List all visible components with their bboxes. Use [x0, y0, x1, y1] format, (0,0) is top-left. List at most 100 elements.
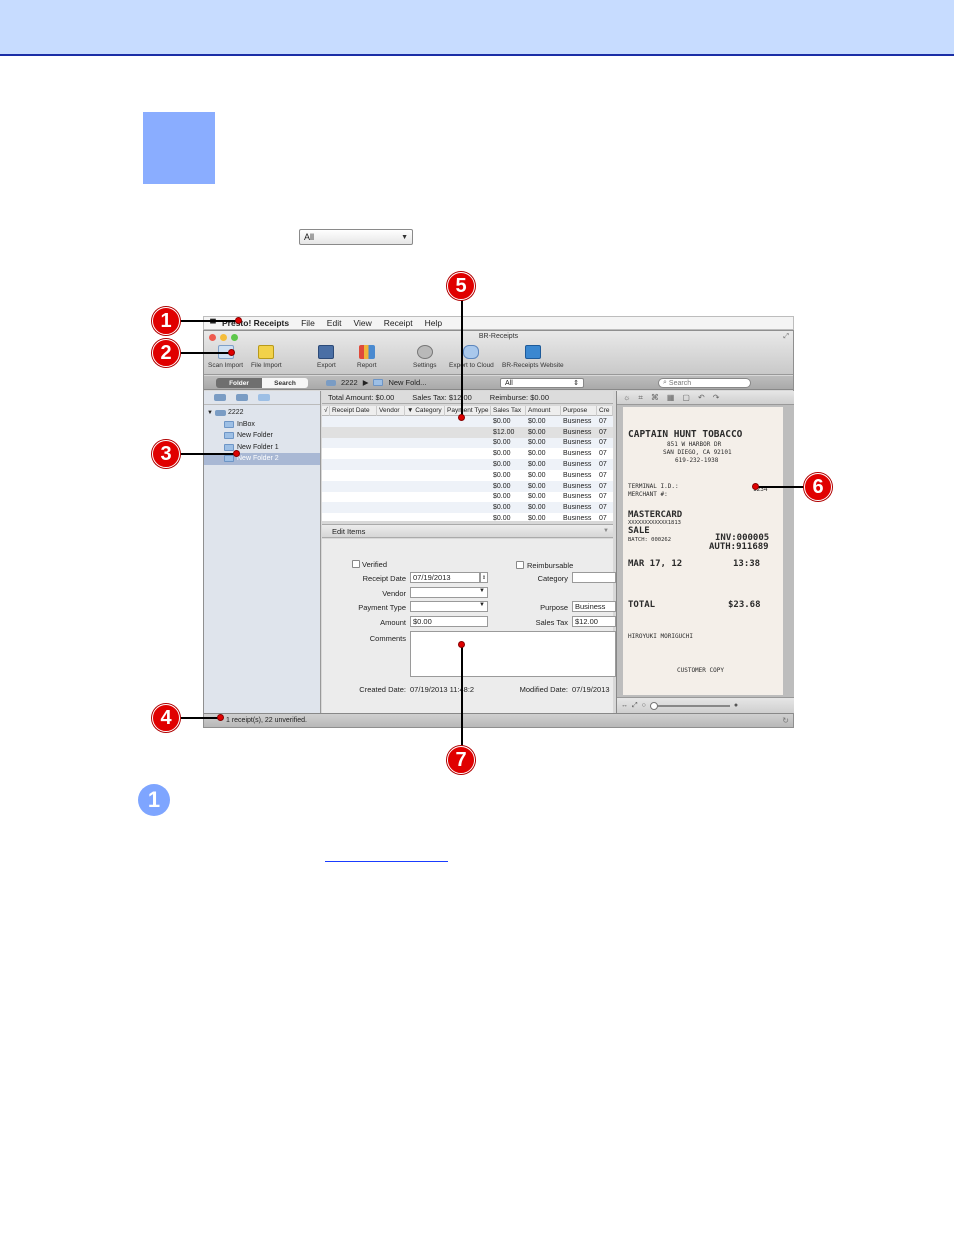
receipt-store: CAPTAIN HUNT TOBACCO [628, 429, 743, 440]
table-row[interactable]: $0.00 $0.00 Business 07 [322, 459, 613, 470]
verified-checkbox[interactable] [352, 560, 360, 568]
enhance-icon[interactable]: ▦ [667, 393, 675, 402]
vendor-combo[interactable] [410, 587, 488, 598]
receipt-date-field[interactable]: 07/19/2013 [410, 572, 480, 583]
fit-page-icon[interactable]: ⤢ [632, 702, 638, 710]
table-cell: $0.00 [493, 515, 511, 521]
fit-icon[interactable]: ▢ [682, 393, 690, 402]
zoom-slider-knob[interactable] [649, 701, 658, 710]
section-number-circle: 1 [138, 784, 170, 816]
callout-leader [181, 320, 237, 322]
col-sales-tax[interactable]: Sales Tax [491, 406, 526, 416]
disclosure-triangle-icon[interactable]: ▼ [207, 410, 213, 416]
sales-tax-field[interactable]: $12.00 [572, 616, 616, 627]
scan-import-button[interactable]: Scan Import [208, 345, 243, 369]
hyperlink-underline[interactable] [325, 861, 448, 862]
website-button[interactable]: BR-Receipts Website [502, 345, 564, 369]
remove-drive-icon[interactable] [236, 394, 248, 401]
view-filter-dropdown[interactable]: All ⇕ [500, 378, 584, 388]
reimbursable-checkbox[interactable] [516, 561, 524, 569]
add-drive-icon[interactable] [214, 394, 226, 401]
menu-receipt[interactable]: Receipt [384, 318, 413, 328]
table-row[interactable]: $0.00 $0.00 Business 07 [322, 437, 613, 449]
table-row[interactable]: $0.00 $0.00 Business 07 [322, 492, 613, 503]
arrow-right-icon: ▶ [362, 378, 369, 387]
tab-search[interactable]: Search [262, 378, 308, 388]
col-vendor[interactable]: Vendor [377, 406, 405, 416]
table-row[interactable]: $12.00 $0.00 Business 07 [322, 426, 613, 438]
breadcrumb-root[interactable]: 2222 [341, 378, 358, 387]
chevron-updown-icon: ⇕ [573, 380, 579, 387]
callout-leader [181, 717, 221, 719]
vendor-label: Vendor [382, 589, 406, 598]
table-row[interactable]: $0.00 $0.00 Business 07 [322, 480, 613, 492]
table-row[interactable]: $0.00 $0.00 Business 07 [322, 448, 613, 459]
category-field[interactable] [572, 572, 616, 583]
table-cell: Business [563, 471, 592, 479]
amount-field[interactable]: $0.00 [410, 616, 488, 627]
col-verified[interactable]: √ [322, 406, 330, 416]
fullscreen-icon[interactable]: ⤢ [783, 333, 789, 341]
table-cell: Business [563, 493, 592, 501]
folder-icon [373, 379, 384, 386]
table-header: √ Receipt Date Vendor ▼ Category Payment… [322, 406, 613, 416]
menu-help[interactable]: Help [425, 318, 442, 328]
col-created[interactable]: Cre [597, 406, 613, 416]
new-folder-icon[interactable] [258, 394, 270, 401]
payment-type-combo[interactable] [410, 601, 488, 612]
export-button[interactable]: Export [317, 345, 336, 369]
table-cell: $0.00 [528, 515, 546, 521]
zoom-in-icon[interactable]: ● [734, 702, 738, 709]
menu-file[interactable]: File [301, 318, 315, 328]
zoom-out-icon[interactable]: ○ [642, 702, 646, 709]
table-cell: $0.00 [528, 439, 546, 447]
table-row[interactable]: $0.00 $0.00 Business 07 [322, 470, 613, 481]
tree-item-new-folder-1[interactable]: New Folder 1 [204, 442, 320, 454]
purpose-field[interactable]: Business [572, 601, 616, 612]
rotate-icon[interactable]: ☼ [623, 393, 630, 402]
table-cell: Business [563, 439, 592, 447]
col-purpose[interactable]: Purpose [561, 406, 597, 416]
deskew-icon[interactable]: ⌘ [651, 393, 659, 402]
table-cell: Business [563, 461, 592, 469]
table-row[interactable]: $0.00 $0.00 Business 07 [322, 416, 613, 427]
breadcrumb-folder[interactable]: New Fold... [388, 378, 426, 387]
table-body: $0.00 $0.00 Business 07 $12.00 $0.00 Business 0… [322, 416, 613, 521]
redo-icon[interactable]: ↷ [713, 393, 720, 402]
menu-edit[interactable]: Edit [327, 318, 342, 328]
file-import-button[interactable]: File Import [251, 345, 282, 369]
callout-4: 4 [152, 704, 180, 732]
table-cell: 07 [599, 515, 607, 521]
zoom-slider[interactable] [649, 701, 730, 710]
col-receipt-date[interactable]: Receipt Date [330, 406, 377, 416]
status-text: 1 receipt(s), 22 unverified. [226, 717, 307, 724]
export-to-cloud-button[interactable]: Export to Cloud [449, 345, 494, 369]
table-row[interactable]: $0.00 $0.00 Business 07 [322, 513, 613, 521]
tree-root[interactable]: ▼ 2222 [204, 407, 320, 419]
tab-folder[interactable]: Folder [216, 378, 262, 388]
table-cell: $0.00 [528, 482, 546, 490]
created-date-label: Created Date: [359, 685, 406, 694]
report-button[interactable]: Report [357, 345, 377, 369]
view-filter-select[interactable]: All ▼ [299, 229, 413, 245]
tree-item-new-folder[interactable]: New Folder [204, 430, 320, 442]
crop-icon[interactable]: ⌗ [638, 393, 643, 403]
col-amount[interactable]: Amount [526, 406, 561, 416]
tree-item-inbox[interactable]: InBox [204, 419, 320, 431]
table-row[interactable]: $0.00 $0.00 Business 07 [322, 502, 613, 514]
comments-textarea[interactable] [410, 631, 616, 677]
search-input[interactable]: ⌕ Search [658, 378, 751, 388]
col-payment-type[interactable]: Payment Type [445, 406, 491, 416]
table-cell: $0.00 [528, 450, 546, 458]
date-stepper[interactable]: ⇕ [480, 572, 488, 583]
settings-button[interactable]: Settings [413, 345, 437, 369]
undo-icon[interactable]: ↶ [698, 393, 705, 402]
refresh-icon[interactable]: ↻ [782, 716, 789, 725]
receipt-copy: CUSTOMER COPY [677, 667, 724, 674]
fit-width-icon[interactable]: ↔ [621, 702, 628, 709]
col-category[interactable]: ▼ Category [405, 406, 445, 416]
edit-items-header[interactable]: Edit Items ▼ [322, 524, 613, 538]
collapse-icon[interactable]: ▼ [603, 528, 609, 534]
reimbursable-label: Reimbursable [527, 561, 574, 570]
menu-view[interactable]: View [353, 318, 371, 328]
